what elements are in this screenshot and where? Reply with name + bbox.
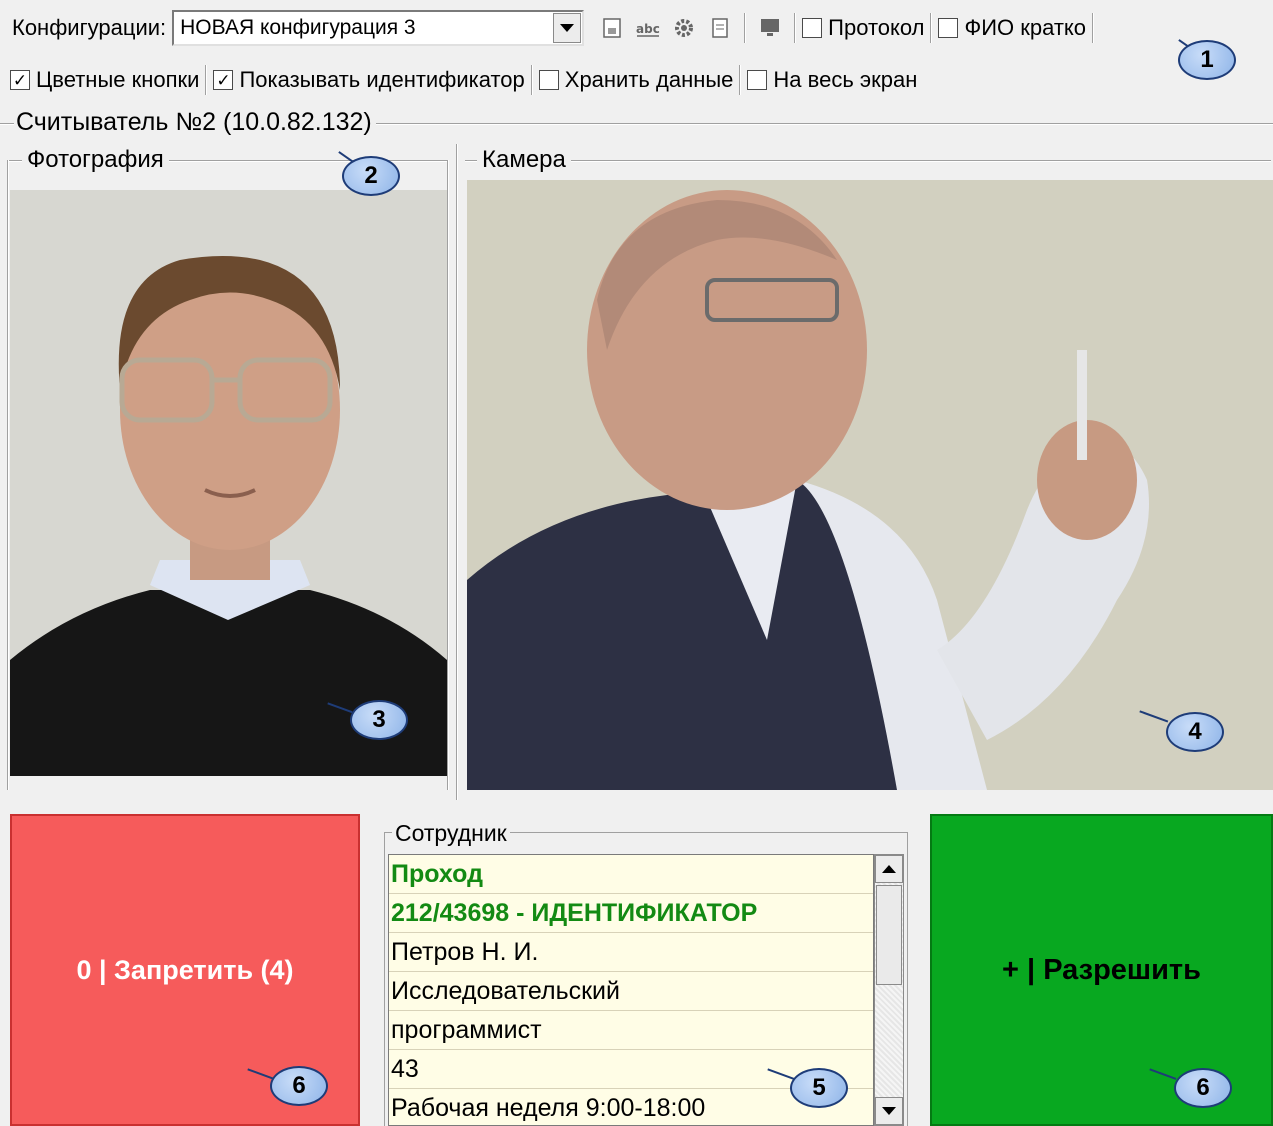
separator [930, 13, 933, 43]
scroll-up-button[interactable] [875, 855, 903, 883]
show-identifier-label: Показывать идентификатор [239, 67, 525, 92]
separator [739, 65, 742, 95]
callout-marker: 6 [270, 1066, 328, 1106]
document-icon[interactable] [707, 15, 733, 41]
text-icon[interactable]: abc [635, 15, 661, 41]
splitter[interactable] [456, 144, 458, 800]
chevron-up-icon [882, 865, 896, 873]
fullscreen-checkbox[interactable]: На весь экран [747, 67, 917, 93]
vertical-scrollbar[interactable] [874, 854, 904, 1126]
bottom-panel: 0 | Запретить (4) Сотрудник Проход 212/4… [0, 800, 1273, 1126]
checkbox-box[interactable]: ✓ [213, 70, 234, 90]
fio-short-label: ФИО кратко [964, 15, 1087, 40]
color-buttons-checkbox[interactable]: ✓ Цветные кнопки [10, 67, 199, 93]
callout-marker: 3 [350, 700, 408, 740]
toolbar-top: Конфигурации: НОВАЯ конфигурация 3 abc П… [0, 0, 1273, 56]
camera-view [467, 180, 1273, 790]
show-identifier-checkbox[interactable]: ✓ Показывать идентификатор [213, 67, 525, 93]
separator [530, 65, 533, 95]
toolbar-options: ✓ Цветные кнопки ✓ Показывать идентифика… [0, 56, 1273, 104]
separator [205, 65, 208, 95]
chevron-down-icon [882, 1107, 896, 1115]
list-item[interactable]: 212/43698 - ИДЕНТИФИКАТОР [389, 894, 873, 933]
save-icon[interactable] [599, 15, 625, 41]
camera-panel: Камера [455, 144, 1273, 800]
checkbox-box[interactable] [747, 70, 768, 90]
list-item[interactable]: программист [389, 1011, 873, 1050]
scrollbar-thumb[interactable] [876, 885, 902, 985]
checkbox-box[interactable] [802, 18, 823, 38]
checkbox-box[interactable] [538, 70, 559, 90]
reader-group: Считыватель №2 (10.0.82.132) [0, 104, 1273, 144]
dropdown-button[interactable] [553, 13, 582, 43]
checkbox-box[interactable] [938, 18, 959, 38]
callout-marker: 1 [1178, 40, 1236, 80]
separator [1092, 13, 1095, 43]
divider [447, 160, 449, 790]
scroll-down-button[interactable] [875, 1097, 903, 1125]
allow-button-label: + | Разрешить [1002, 953, 1201, 986]
svg-text:abc: abc [636, 22, 660, 36]
color-buttons-label: Цветные кнопки [36, 67, 200, 92]
monitor-icon[interactable] [757, 15, 783, 41]
photo-title: Фотография [22, 146, 169, 174]
protocol-label: Протокол [828, 15, 925, 40]
divider [7, 160, 9, 790]
checkbox-box[interactable]: ✓ [10, 70, 30, 90]
separator [794, 13, 797, 43]
callout-marker: 5 [790, 1068, 848, 1108]
configuration-select[interactable]: НОВАЯ конфигурация 3 [172, 10, 585, 46]
reader-title: Считыватель №2 (10.0.82.132) [14, 108, 376, 137]
deny-button-label: 0 | Запретить (4) [76, 954, 294, 985]
settings-icon[interactable] [671, 15, 697, 41]
divider [465, 160, 1271, 162]
callout-marker: 4 [1166, 712, 1224, 752]
protocol-checkbox[interactable]: Протокол [802, 15, 924, 41]
list-item[interactable]: Исследовательский [389, 972, 873, 1011]
employee-title: Сотрудник [392, 820, 510, 847]
fio-short-checkbox[interactable]: ФИО кратко [938, 15, 1086, 41]
callout-marker: 2 [342, 156, 400, 196]
employee-photo [10, 190, 447, 776]
chevron-down-icon [560, 24, 575, 32]
store-data-checkbox[interactable]: Хранить данные [538, 67, 734, 93]
list-item[interactable]: Проход [389, 855, 873, 894]
callout-marker: 6 [1174, 1068, 1232, 1108]
fullscreen-label: На весь экран [773, 67, 918, 92]
store-data-label: Хранить данные [564, 67, 734, 92]
configurations-label: Конфигурации: [12, 15, 167, 40]
configuration-value: НОВАЯ конфигурация 3 [180, 16, 416, 39]
camera-title: Камера [477, 146, 571, 174]
separator [744, 13, 747, 43]
list-item[interactable]: Петров Н. И. [389, 933, 873, 972]
